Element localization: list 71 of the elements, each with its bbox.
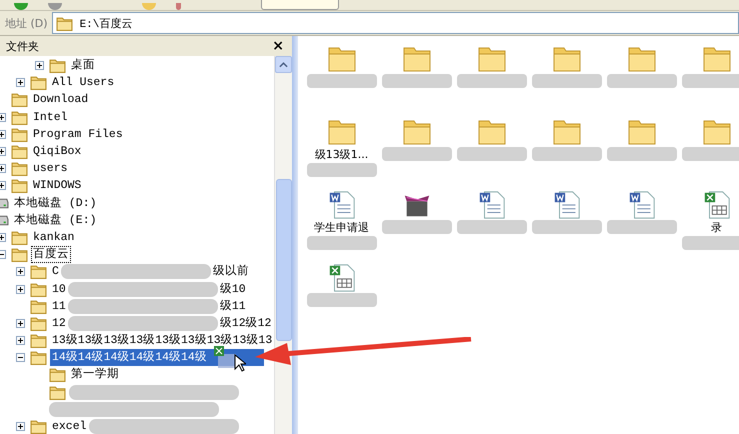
blurred-region: [682, 236, 739, 250]
expand-icon[interactable]: [16, 267, 25, 276]
tree-item[interactable]: 本地磁盘 (E:): [12, 212, 99, 229]
blurred-region: [382, 74, 452, 88]
cursor-icon: [234, 354, 246, 372]
blurred-region: [532, 74, 602, 88]
expand-icon[interactable]: [0, 181, 6, 190]
tree-item[interactable]: 第一学期: [69, 366, 121, 384]
expand-icon[interactable]: [16, 318, 25, 328]
blurred-region: [606, 147, 676, 161]
blurred-region: [306, 293, 376, 307]
tree-item[interactable]: excel: [50, 418, 89, 434]
file-name: 级13级1...: [314, 147, 368, 162]
tree-item[interactable]: 14级14级14级14级14级14级: [50, 349, 264, 366]
tree-item[interactable]: users: [31, 160, 70, 178]
tree-item[interactable]: All Users: [50, 74, 116, 92]
expand-icon[interactable]: [16, 284, 25, 294]
blurred-region: [382, 147, 452, 161]
blurred-region: [532, 147, 602, 161]
blurred-region: [682, 74, 739, 88]
expand-icon[interactable]: [0, 232, 6, 242]
tree-item[interactable]: Download: [31, 91, 90, 108]
tree-item[interactable]: 10: [50, 280, 68, 298]
tree-item[interactable]: 12: [50, 314, 68, 332]
tree-item[interactable]: 级10: [218, 280, 248, 298]
expand-icon[interactable]: [0, 147, 6, 156]
blurred-region: [606, 74, 676, 88]
expand-icon[interactable]: [16, 422, 25, 432]
caret-icon: [279, 62, 288, 68]
blurred-region: [456, 147, 526, 161]
tree-item[interactable]: Program Files: [31, 126, 125, 143]
tree-item[interactable]: kankan: [31, 228, 76, 246]
address-label: 地址 (D): [5, 16, 48, 30]
spreadsheet-icon: [214, 346, 238, 370]
tree-item[interactable]: 桌面: [69, 57, 97, 74]
tree-item[interactable]: 11: [50, 298, 68, 315]
blurred-region: [306, 236, 376, 250]
blurred-region: [532, 220, 602, 234]
tree-item[interactable]: 级11: [218, 298, 248, 315]
blurred-region: [306, 74, 376, 88]
file-name: 学生申请退: [314, 220, 369, 235]
collapse-icon[interactable]: [16, 353, 25, 362]
tree-item[interactable]: QiqiBox: [31, 143, 84, 160]
blurred-region: [606, 220, 676, 234]
expand-icon[interactable]: [16, 336, 25, 346]
tree-item[interactable]: C: [50, 263, 61, 280]
blurred-region: [456, 74, 526, 88]
scroll-thumb[interactable]: [276, 179, 292, 341]
tree-item[interactable]: 百度云: [31, 246, 71, 264]
expand-icon[interactable]: [16, 78, 25, 88]
collapse-icon[interactable]: [0, 250, 6, 260]
blurred-region: [382, 220, 452, 234]
blurred-region: [682, 147, 739, 161]
tree-item[interactable]: 本地磁盘 (D:): [12, 194, 99, 212]
close-button[interactable]: ×: [272, 39, 284, 53]
expand-icon[interactable]: [35, 61, 44, 70]
scrollbar[interactable]: [274, 56, 292, 434]
expand-icon[interactable]: [0, 130, 6, 139]
blurred-region: [306, 163, 376, 177]
blurred-region: [456, 220, 526, 234]
tree-item[interactable]: 级以前: [210, 263, 251, 280]
file-name: 录: [711, 220, 722, 235]
tree-item[interactable]: WINDOWS: [31, 177, 84, 194]
expand-icon[interactable]: [0, 112, 6, 122]
tree-item[interactable]: 13级13级13级13级13级13级13级13级13: [50, 332, 274, 350]
tree-item[interactable]: Intel: [31, 108, 70, 126]
tree-item[interactable]: 级12级12: [218, 314, 274, 332]
address-field[interactable]: E:\百度云: [52, 12, 739, 34]
scroll-up-button[interactable]: [275, 56, 292, 73]
panel-title: 文件夹: [6, 38, 39, 54]
expand-icon[interactable]: [0, 164, 6, 174]
